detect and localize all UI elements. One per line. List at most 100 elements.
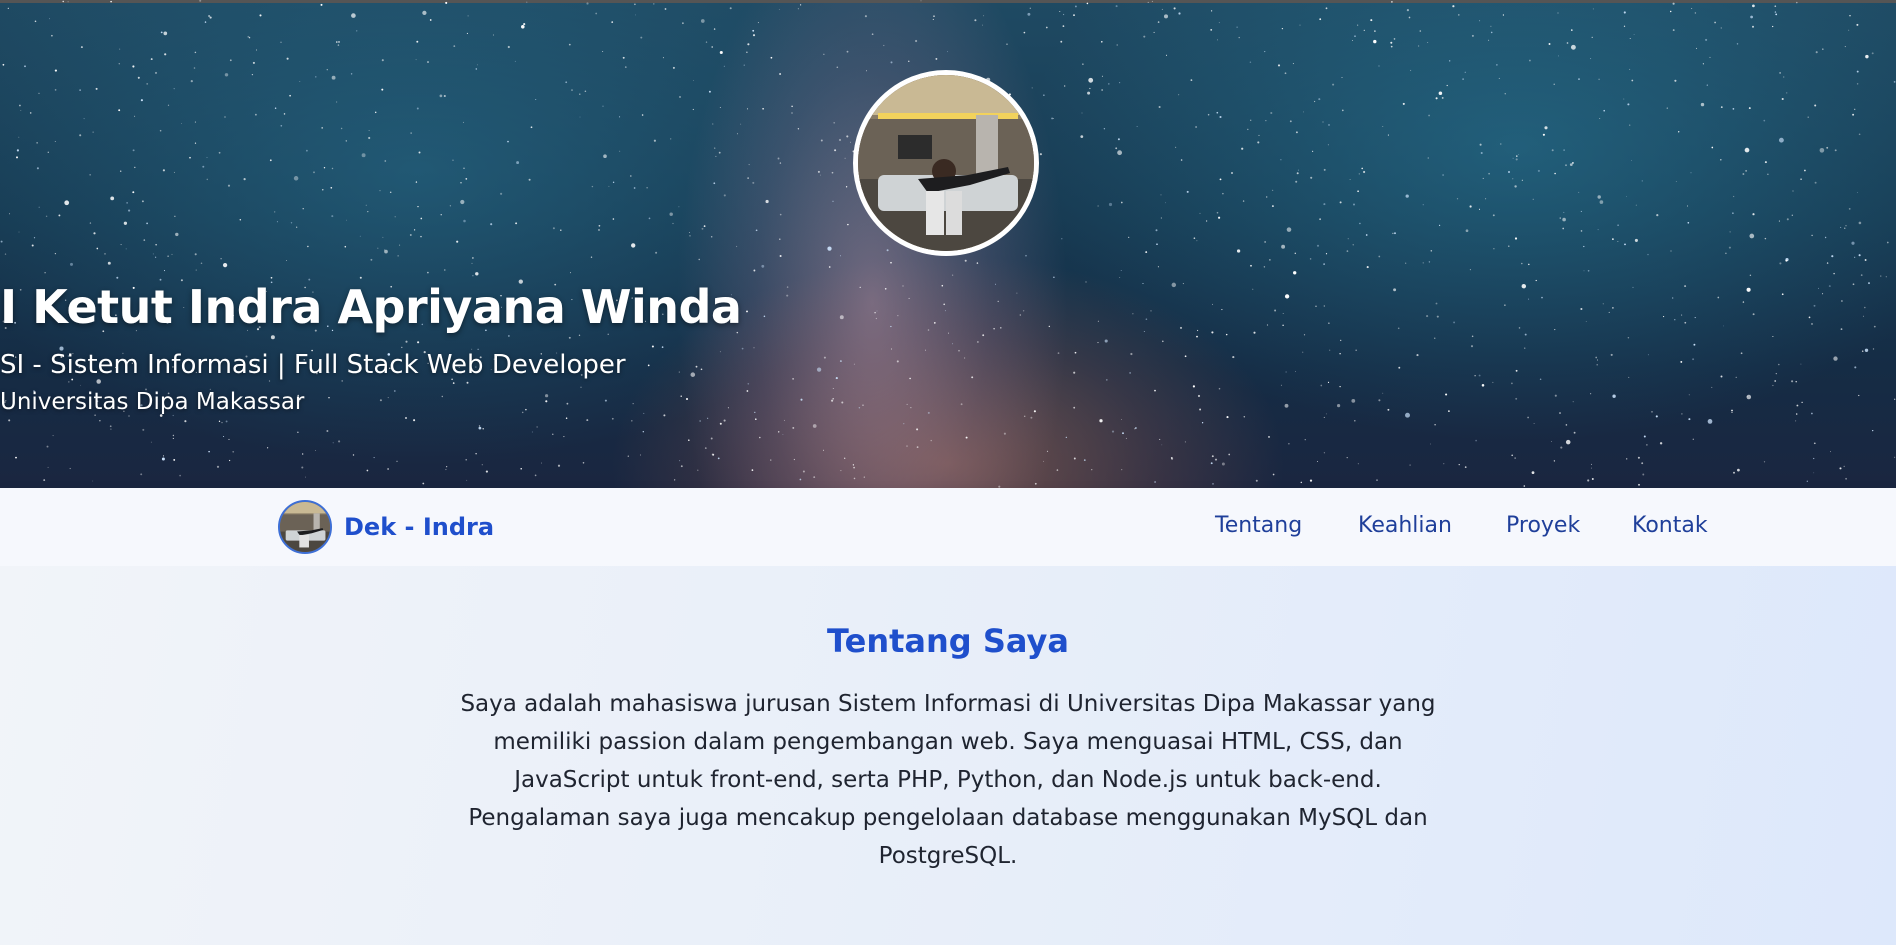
star	[1405, 262, 1407, 264]
star	[1778, 137, 1784, 143]
star	[1720, 159, 1722, 161]
star	[1675, 180, 1677, 182]
star	[1656, 214, 1659, 217]
star	[413, 229, 416, 231]
star	[1629, 38, 1631, 39]
star	[1844, 46, 1846, 48]
star	[1347, 238, 1349, 240]
star	[1774, 11, 1777, 13]
star	[976, 262, 979, 264]
nav-link-keahlian[interactable]: Keahlian	[1358, 513, 1452, 538]
star	[1116, 44, 1118, 46]
star	[598, 224, 601, 227]
star	[1858, 221, 1862, 225]
star	[152, 253, 154, 255]
star	[1304, 439, 1306, 441]
star	[118, 63, 120, 65]
star	[1860, 274, 1863, 276]
star	[1031, 87, 1033, 89]
star	[8, 419, 11, 422]
star	[276, 221, 278, 223]
star	[1119, 276, 1121, 278]
star	[1796, 1, 1798, 4]
star	[1458, 464, 1460, 466]
star	[422, 482, 425, 485]
nav-link-kontak[interactable]: Kontak	[1632, 513, 1708, 538]
star	[302, 208, 304, 210]
star	[79, 89, 81, 91]
star	[1886, 241, 1889, 244]
star	[315, 450, 317, 452]
star	[1154, 481, 1157, 483]
star	[1272, 473, 1275, 476]
star	[1339, 385, 1341, 388]
star	[1357, 190, 1359, 193]
star	[1490, 25, 1492, 27]
star	[43, 479, 46, 482]
star	[1405, 194, 1409, 198]
star	[1210, 10, 1213, 12]
star	[338, 40, 340, 43]
star	[154, 71, 158, 74]
star	[1099, 419, 1103, 423]
star	[344, 245, 347, 248]
nav-link-tentang[interactable]: Tentang	[1215, 513, 1302, 538]
star	[740, 123, 742, 125]
brand-link[interactable]: Dek - Indra	[278, 500, 494, 554]
star	[1289, 120, 1292, 123]
star	[64, 200, 70, 206]
star	[1814, 104, 1817, 107]
star	[1408, 16, 1411, 19]
star	[1136, 126, 1138, 128]
star	[1864, 259, 1867, 261]
star	[1562, 217, 1566, 222]
star	[1629, 124, 1631, 126]
star	[1121, 469, 1123, 471]
star	[1357, 24, 1359, 26]
star	[1363, 29, 1365, 32]
star	[1243, 416, 1246, 418]
star	[820, 139, 823, 142]
star	[1387, 134, 1389, 136]
star	[1161, 8, 1163, 10]
star	[1527, 416, 1529, 419]
star	[1111, 430, 1115, 433]
star	[1512, 157, 1514, 159]
star	[1578, 191, 1580, 193]
star	[1627, 103, 1630, 106]
star	[1795, 420, 1797, 422]
star	[69, 467, 71, 470]
star	[1587, 479, 1590, 482]
star	[516, 161, 520, 165]
star	[1104, 339, 1108, 343]
star	[1210, 462, 1213, 465]
nav-link-proyek[interactable]: Proyek	[1506, 513, 1580, 538]
star	[1064, 85, 1066, 87]
star	[54, 69, 57, 72]
star	[1674, 79, 1677, 82]
star	[120, 244, 122, 246]
star	[1553, 83, 1555, 85]
star	[1195, 126, 1198, 128]
star	[1230, 171, 1234, 175]
star	[336, 41, 338, 43]
star	[1851, 241, 1855, 245]
star	[932, 18, 934, 20]
star	[387, 468, 389, 470]
star	[128, 209, 131, 212]
star	[195, 269, 197, 271]
star	[755, 418, 757, 420]
star	[1857, 192, 1859, 193]
star	[1119, 82, 1121, 84]
star	[350, 73, 353, 75]
star	[1624, 243, 1626, 246]
star	[1548, 43, 1551, 45]
star	[863, 476, 865, 478]
star	[1627, 336, 1630, 339]
star	[1830, 451, 1831, 453]
star	[174, 215, 176, 217]
star	[653, 3, 655, 5]
star	[1309, 479, 1313, 482]
star	[886, 249, 889, 252]
star	[1023, 415, 1026, 418]
